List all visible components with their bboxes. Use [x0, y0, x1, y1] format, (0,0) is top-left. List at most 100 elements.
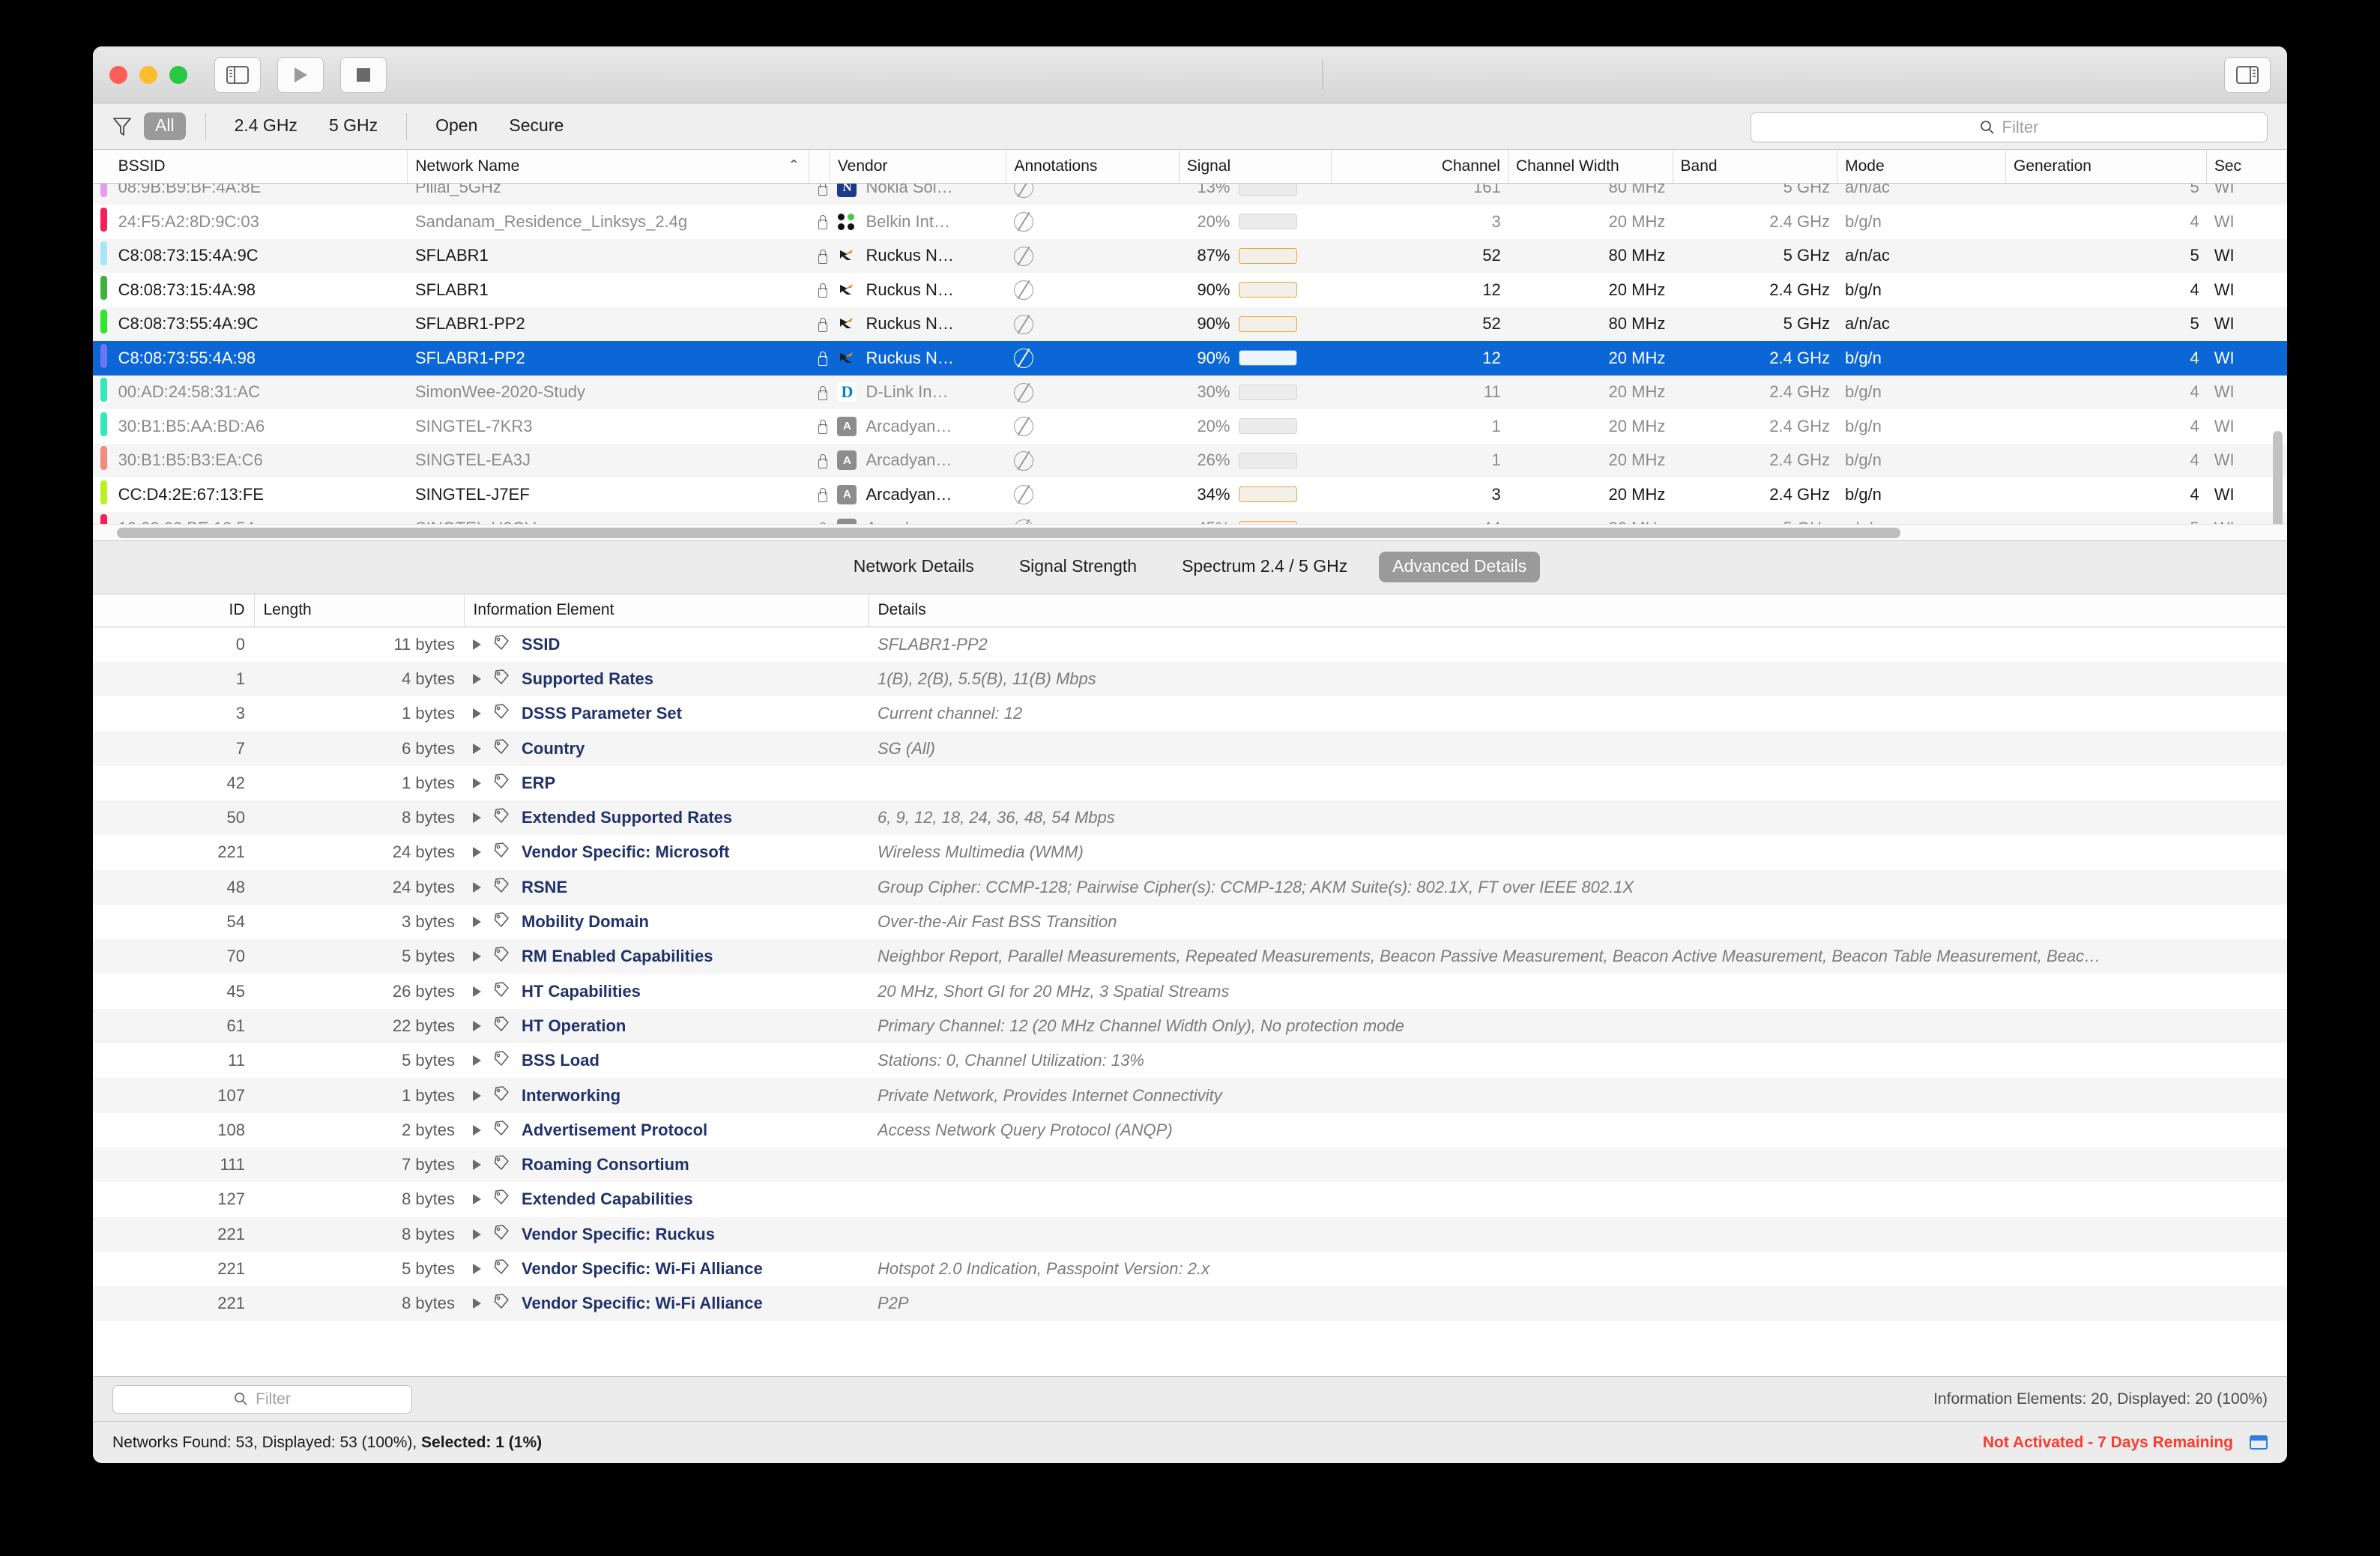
disclosure-triangle-icon[interactable]	[473, 847, 481, 858]
disclosure-triangle-icon[interactable]	[473, 708, 481, 720]
disclosure-triangle-icon[interactable]	[473, 1160, 481, 1171]
disclosure-triangle-icon[interactable]	[473, 812, 481, 824]
sidebar-left-icon[interactable]	[214, 56, 261, 93]
disclosure-triangle-icon[interactable]	[473, 777, 481, 788]
col-annotations[interactable]: Annotations	[1006, 150, 1180, 184]
table-row[interactable]: C8:08:73:55:4A:98 SFLABR1-PP2 Ruckus N… 90%…	[93, 341, 2287, 376]
ie-row[interactable]: 42 1 bytes ERP	[93, 766, 2287, 800]
table-row[interactable]: 24:F5:A2:8D:9C:03 Sandanam_Residence_Link…	[93, 205, 2287, 239]
disclosure-triangle-icon[interactable]	[473, 1194, 481, 1205]
ie-row[interactable]: 221 8 bytes Vendor Specific: Ruckus	[93, 1216, 2287, 1252]
col-channel[interactable]: Channel	[1331, 150, 1508, 184]
ie-table-header: ID Length Information Element Details	[93, 594, 2287, 627]
col-network-name[interactable]: Network Name ⌃	[407, 150, 809, 184]
minimize-button[interactable]	[139, 65, 157, 84]
play-icon[interactable]	[277, 56, 324, 93]
stop-icon[interactable]	[340, 56, 387, 93]
disclosure-triangle-icon[interactable]	[473, 881, 481, 893]
ie-row[interactable]: 221 24 bytes Vendor Specific: Microsoft Wir…	[93, 835, 2287, 869]
ie-row[interactable]: 70 5 bytes RM Enabled Capabilities Neighbor…	[93, 939, 2287, 974]
col-ie-details[interactable]: Details	[869, 594, 2287, 627]
table-row[interactable]: C8:08:73:15:4A:98 SFLABR1 Ruckus N… 90% 12 20…	[93, 273, 2287, 307]
ie-row[interactable]: 221 8 bytes Vendor Specific: Wi-Fi Allianc…	[93, 1286, 2287, 1321]
ie-row[interactable]: 76 bytes Country SG (All)	[93, 731, 2287, 766]
funnel-icon[interactable]	[112, 116, 132, 137]
activation-status-label[interactable]: Not Activated - 7 Days Remaining	[1983, 1434, 2233, 1452]
cell-bssid: 30:B1:B5:B3:EA:C6	[110, 443, 408, 477]
col-sec[interactable]: Sec	[2206, 150, 2287, 184]
cell-channel-width: 20 MHz	[1508, 443, 1673, 477]
zoom-button[interactable]	[169, 65, 187, 84]
signal-bar	[1239, 486, 1298, 503]
col-ie-id[interactable]: ID	[93, 594, 255, 627]
filter-band-5-button[interactable]: 5 GHz	[320, 112, 387, 140]
disclosure-triangle-icon[interactable]	[473, 673, 481, 684]
disclosure-triangle-icon[interactable]	[473, 1124, 481, 1136]
ie-element-label: Advertisement Protocol	[522, 1120, 708, 1139]
col-vendor[interactable]: Vendor	[830, 150, 1007, 184]
disclosure-triangle-icon[interactable]	[473, 1090, 481, 1101]
network-horizontal-scrollbar-thumb[interactable]	[117, 527, 1900, 538]
disclosure-triangle-icon[interactable]	[473, 917, 481, 928]
ie-count-label: Information Elements: 20, Displayed: 20 …	[1933, 1390, 2268, 1408]
disclosure-triangle-icon[interactable]	[473, 1055, 481, 1067]
col-ie-length[interactable]: Length	[254, 594, 465, 627]
network-horizontal-scrollbar[interactable]	[93, 523, 2287, 540]
col-mode[interactable]: Mode	[1837, 150, 2007, 184]
disclosure-triangle-icon[interactable]	[473, 951, 481, 962]
col-band[interactable]: Band	[1673, 150, 1838, 184]
disclosure-triangle-icon[interactable]	[473, 1263, 481, 1274]
ie-row[interactable]: 3 1 bytes DSSS Parameter Set Current channe…	[93, 696, 2287, 731]
col-generation[interactable]: Generation	[2005, 150, 2207, 184]
ie-row[interactable]: 14 bytes Supported Rates 1(B), 2(B), 5.5(B…	[93, 661, 2287, 697]
filter-all-button[interactable]: All	[144, 112, 186, 140]
cell-ie-length: 5 bytes	[254, 939, 464, 974]
network-filter-input[interactable]: Filter	[1751, 112, 2268, 142]
ie-row[interactable]: 107 1 bytes Interworking Private Network, P…	[93, 1078, 2287, 1113]
disclosure-triangle-icon[interactable]	[473, 986, 481, 997]
ie-row[interactable]: 54 3 bytes Mobility Domain Over-the-Air Fas…	[93, 905, 2287, 939]
ie-row[interactable]: 11 5 bytes BSS Load Stations: 0, Channel Ut…	[93, 1043, 2287, 1078]
table-row[interactable]: C8:08:73:15:4A:9C SFLABR1 Ruckus N… 87% 52 80…	[93, 238, 2287, 273]
filter-open-button[interactable]: Open	[426, 112, 486, 140]
disclosure-triangle-icon[interactable]	[473, 639, 481, 650]
table-row[interactable]: 00:AD:24:58:31:AC SimonWee-2020-Study D D-L…	[93, 375, 2287, 409]
window-icon[interactable]	[2250, 1435, 2268, 1450]
close-button[interactable]	[109, 65, 127, 84]
col-ie-element[interactable]: Information Element	[464, 594, 869, 627]
table-row[interactable]: C8:08:73:55:4A:9C SFLABR1-PP2 Ruckus N… 90%…	[93, 307, 2287, 341]
disclosure-triangle-icon[interactable]	[473, 1298, 481, 1309]
cell-ie-id: 1	[93, 661, 254, 697]
disclosure-triangle-icon[interactable]	[473, 1020, 481, 1031]
table-row[interactable]: CC:D4:2E:67:13:FE SINGTEL-J7EF A Arcadyan… 3…	[93, 477, 2287, 512]
sidebar-right-icon[interactable]	[2224, 56, 2271, 93]
col-channel-width[interactable]: Channel Width	[1508, 150, 1673, 184]
filter-secure-button[interactable]: Secure	[500, 112, 573, 140]
ie-row[interactable]: 221 5 bytes Vendor Specific: Wi-Fi Allianc…	[93, 1252, 2287, 1286]
filter-band-24-button[interactable]: 2.4 GHz	[226, 112, 306, 140]
cell-ie-id: 48	[93, 869, 254, 905]
table-row[interactable]: 30:B1:B5:B3:EA:C6 SINGTEL-EA3J A Arcadyan… 2…	[93, 443, 2287, 477]
col-bssid[interactable]: BSSID	[110, 150, 408, 184]
network-rows-viewport[interactable]: 08:9B:B9:BF:4A:8E Pillai_5GHz N Nokia Sol… 1…	[93, 183, 2287, 540]
tag-icon	[493, 1224, 510, 1245]
table-row[interactable]: 08:9B:B9:BF:4A:8E Pillai_5GHz N Nokia Sol… 1…	[93, 183, 2287, 205]
ie-row[interactable]: 50 8 bytes Extended Supported Rates 6, 9, 1…	[93, 800, 2287, 836]
tab-spectrum-2-4-5-ghz[interactable]: Spectrum 2.4 / 5 GHz	[1168, 552, 1361, 582]
ie-row[interactable]: 48 24 bytes RSNE Group Cipher: CCMP-128; Pa…	[93, 869, 2287, 905]
disclosure-triangle-icon[interactable]	[473, 743, 481, 754]
tab-network-details[interactable]: Network Details	[840, 552, 988, 582]
table-row[interactable]: 30:B1:B5:AA:BD:A6 SINGTEL-7KR3 A Arcadyan… 2…	[93, 409, 2287, 444]
ie-row[interactable]: 61 22 bytes HT Operation Primary Channel: 1…	[93, 1008, 2287, 1044]
ie-row[interactable]: 111 7 bytes Roaming Consortium	[93, 1147, 2287, 1183]
ie-row[interactable]: 45 26 bytes HT Capabilities 20 MHz, Short G…	[93, 974, 2287, 1008]
disclosure-triangle-icon[interactable]	[473, 1228, 481, 1240]
ie-filter-input[interactable]: Filter	[112, 1384, 412, 1414]
tab-advanced-details[interactable]: Advanced Details	[1379, 552, 1541, 582]
ie-row[interactable]: 127 8 bytes Extended Capabilities	[93, 1182, 2287, 1216]
col-signal[interactable]: Signal	[1179, 150, 1332, 184]
cell-ie-id: 7	[93, 731, 254, 766]
ie-row[interactable]: 108 2 bytes Advertisement Protocol Access N…	[93, 1113, 2287, 1148]
tab-signal-strength[interactable]: Signal Strength	[1006, 552, 1150, 582]
ie-row[interactable]: 0 11 bytes SSID SFLABR1-PP2	[93, 627, 2287, 662]
